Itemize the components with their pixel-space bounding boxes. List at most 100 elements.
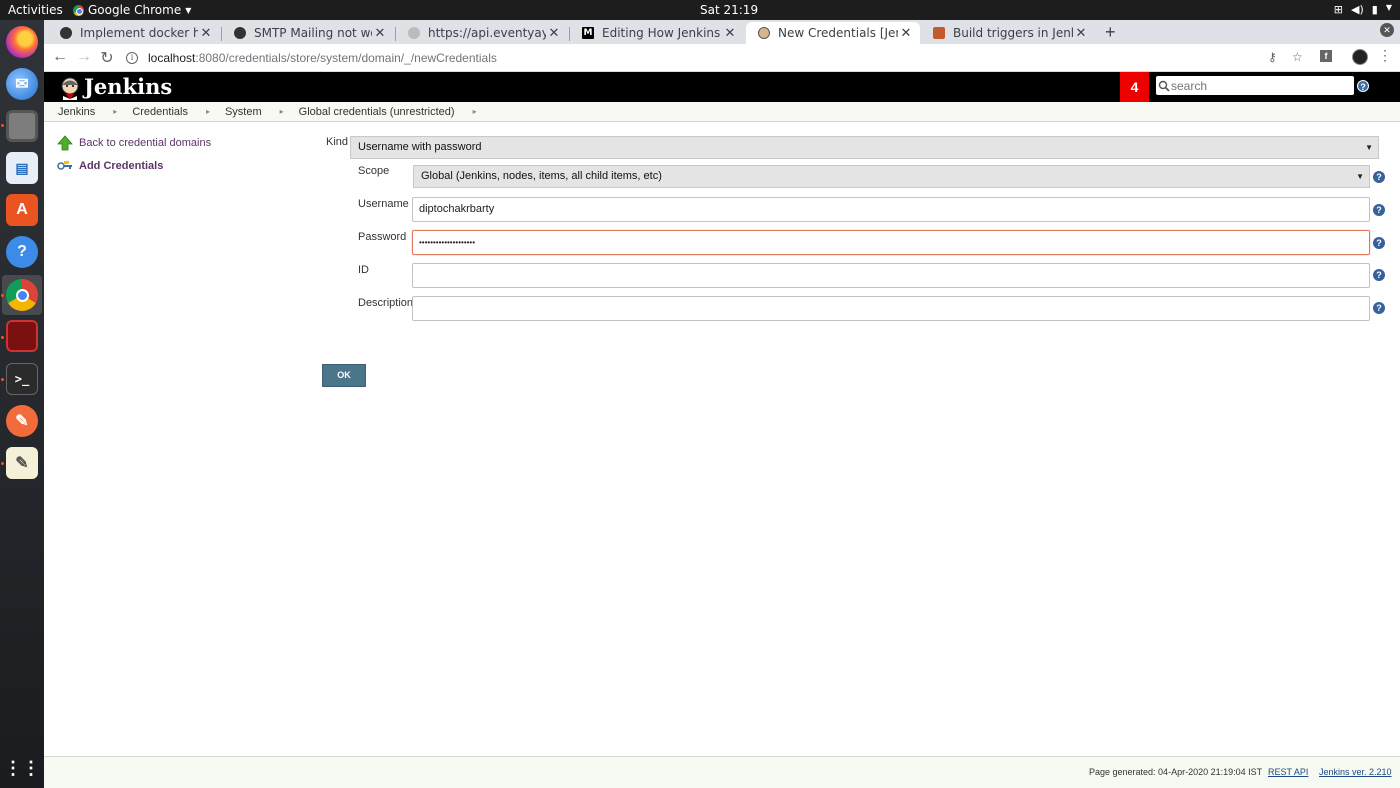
software-center-icon[interactable]: A [6, 194, 38, 226]
rest-api-link[interactable]: REST API [1268, 767, 1308, 777]
tab-new-credentials[interactable]: New Credentials [Jenkins ✕ [746, 22, 920, 44]
back-button[interactable]: ← [50, 48, 70, 66]
side-task-add-credentials[interactable]: Add Credentials [57, 158, 163, 174]
url-host: localhost [148, 51, 196, 65]
os-top-bar: Activities Google Chrome ▼ Sat 21:19 ⊞ ◀… [0, 0, 1400, 20]
github-icon [234, 27, 246, 39]
app-menu[interactable]: Google Chrome ▼ [73, 3, 191, 17]
menu-icon[interactable]: ⋮ [1378, 47, 1392, 64]
globe-icon [408, 27, 420, 39]
article-icon [933, 27, 945, 39]
github-icon [60, 27, 72, 39]
dock: ✉ ▤ A ? >_ ✎ ✎ ⋮⋮ [0, 20, 44, 788]
help-icon[interactable]: ? [6, 236, 38, 268]
tab-medium-editing[interactable]: M Editing How Jenkins can ✕ [570, 22, 744, 44]
search-box[interactable] [1156, 76, 1354, 95]
battery-icon: ▮ [1371, 3, 1378, 16]
profile-avatar[interactable] [1352, 49, 1368, 65]
breadcrumb-credentials[interactable]: Credentials [132, 106, 188, 118]
tab-build-triggers[interactable]: Build triggers in Jenkins ✕ [921, 22, 1095, 44]
chevron-down-icon: ▼ [1365, 143, 1373, 152]
chevron-right-icon[interactable]: ▸ [280, 107, 284, 116]
breadcrumb-jenkins[interactable]: Jenkins [58, 106, 95, 118]
jenkins-title[interactable]: Jenkins [84, 74, 172, 99]
side-task-back[interactable]: Back to credential domains [57, 135, 211, 151]
key-icon [57, 161, 72, 170]
tab-smtp[interactable]: SMTP Mailing not working ✕ [222, 22, 394, 44]
network-icon: ⊞ [1333, 3, 1344, 16]
text-editor-icon[interactable]: ✎ [6, 447, 38, 479]
close-icon[interactable]: ✕ [372, 26, 388, 41]
page-footer: Page generated: 04-Apr-2020 21:19:04 IST… [44, 756, 1400, 788]
chevron-down-icon: ▼ [185, 5, 192, 15]
scope-select-value: Global (Jenkins, nodes, items, all child… [421, 170, 662, 182]
forward-button[interactable]: → [74, 48, 94, 66]
chrome-icon [73, 4, 84, 16]
system-tray[interactable]: ⊞ ◀) ▮ ▼ [1334, 3, 1392, 16]
password-label: Password [358, 231, 407, 243]
chevron-right-icon[interactable]: ▸ [473, 107, 477, 116]
tab-docker-health[interactable]: Implement docker health ✕ [48, 22, 220, 44]
new-tab-button[interactable]: + [1105, 22, 1116, 43]
postman-icon[interactable]: ✎ [6, 405, 38, 437]
breadcrumb-global-credentials[interactable]: Global credentials (unrestricted) [299, 106, 455, 118]
writer-icon[interactable]: ▤ [6, 152, 38, 184]
close-icon[interactable]: ✕ [722, 26, 738, 41]
reload-button[interactable]: ↻ [97, 48, 117, 68]
activities-button[interactable]: Activities [8, 3, 63, 17]
browser-toolbar: ← → ↻ i localhost:8080/credentials/store… [44, 44, 1400, 72]
close-icon[interactable]: ✕ [1073, 26, 1089, 41]
up-arrow-icon [57, 135, 73, 151]
add-credentials-link[interactable]: Add Credentials [79, 160, 163, 172]
close-icon[interactable]: ✕ [198, 26, 214, 41]
username-help-icon[interactable]: ? [1373, 204, 1385, 216]
ok-button[interactable]: OK [322, 364, 366, 387]
password-field[interactable]: •••••••••••••••••••• [412, 230, 1370, 255]
facebook-extension-icon[interactable]: f [1320, 50, 1332, 62]
id-help-icon[interactable]: ? [1373, 269, 1385, 281]
id-label: ID [358, 264, 369, 276]
close-icon[interactable]: ✕ [898, 26, 914, 41]
jenkins-header: Jenkins 4 ? [44, 72, 1400, 102]
volume-icon: ◀) [1351, 3, 1364, 16]
info-icon[interactable]: i [126, 52, 138, 64]
app-menu-label: Google Chrome [88, 3, 182, 17]
scope-select[interactable]: Global (Jenkins, nodes, items, all child… [413, 165, 1370, 188]
kind-select[interactable]: Username with password ▼ [350, 136, 1379, 159]
close-icon[interactable]: ✕ [546, 26, 562, 41]
username-field[interactable]: diptochakrbarty [412, 197, 1370, 222]
kind-select-value: Username with password [358, 141, 482, 153]
address-bar[interactable]: i localhost:8080/credentials/store/syste… [126, 46, 1310, 70]
jenkins-icon [758, 27, 770, 39]
help-icon[interactable]: ? [1357, 80, 1369, 92]
scope-help-icon[interactable]: ? [1373, 171, 1385, 183]
bookmark-star-icon[interactable]: ☆ [1292, 50, 1303, 64]
jenkins-logo-icon[interactable] [58, 76, 82, 100]
password-help-icon[interactable]: ? [1373, 237, 1385, 249]
id-field[interactable] [412, 263, 1370, 288]
description-field[interactable] [412, 296, 1370, 321]
window-close-icon[interactable]: ✕ [1380, 23, 1394, 37]
clock[interactable]: Sat 21:19 [700, 3, 758, 17]
page-generated-text: Page generated: 04-Apr-2020 21:19:04 IST [1089, 767, 1263, 777]
description-label: Description [358, 297, 414, 309]
key-icon[interactable]: ⚷ [1268, 50, 1277, 64]
firefox-icon[interactable] [6, 26, 38, 58]
back-to-credential-domains-link[interactable]: Back to credential domains [79, 137, 211, 149]
chevron-right-icon[interactable]: ▸ [206, 107, 210, 116]
files-icon[interactable] [6, 110, 38, 142]
username-label: Username [358, 198, 409, 210]
search-input[interactable] [1171, 78, 1351, 93]
tab-eventyay[interactable]: https://api.eventyay.com/ ✕ [396, 22, 568, 44]
breadcrumb-system[interactable]: System [225, 106, 262, 118]
kind-label: Kind [326, 136, 349, 148]
terminal-icon[interactable]: >_ [6, 363, 38, 395]
chrome-icon[interactable] [6, 279, 38, 311]
jenkins-version-link[interactable]: Jenkins ver. 2.210 [1319, 767, 1392, 777]
notification-badge[interactable]: 4 [1120, 72, 1149, 102]
app-red-icon[interactable] [6, 320, 38, 352]
show-applications-icon[interactable]: ⋮⋮ [4, 752, 40, 784]
description-help-icon[interactable]: ? [1373, 302, 1385, 314]
thunderbird-icon[interactable]: ✉ [6, 68, 38, 100]
chevron-right-icon[interactable]: ▸ [113, 107, 117, 116]
